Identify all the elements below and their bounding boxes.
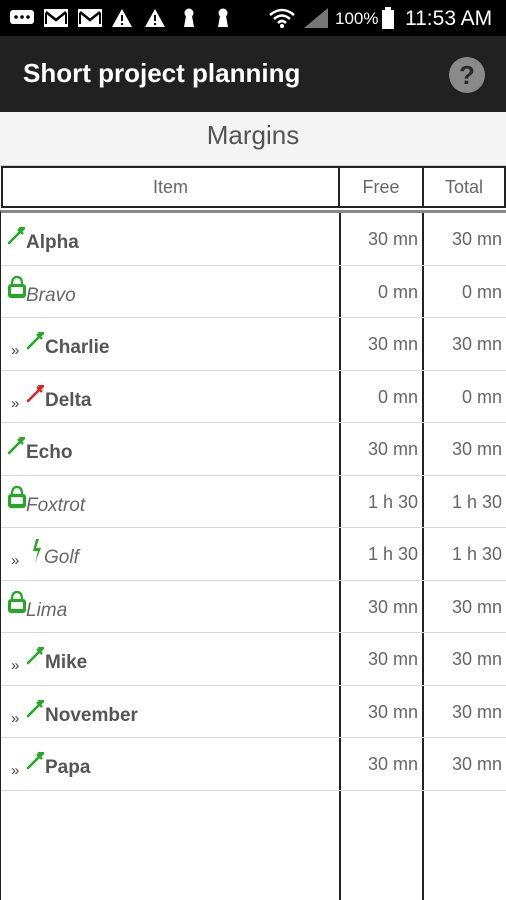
indent-marker: » bbox=[11, 657, 20, 674]
signal-icon bbox=[302, 8, 330, 28]
battery-percent: 100% bbox=[335, 9, 379, 28]
total-cell: 30 mn bbox=[451, 439, 502, 459]
free-cell: 30 mn bbox=[367, 334, 418, 354]
column-header-item[interactable]: Item bbox=[1, 166, 340, 208]
column-header-free[interactable]: Free bbox=[339, 166, 424, 208]
indent-marker: » bbox=[11, 394, 20, 412]
table-row[interactable]: Alpha 30 mn 30 mn bbox=[1, 213, 506, 266]
table-row[interactable]: » Mike 30 mn 30 mn bbox=[1, 633, 506, 686]
item-cell: Echo bbox=[3, 423, 340, 475]
total-cell: 30 mn bbox=[451, 754, 502, 774]
indent-marker: » bbox=[11, 552, 20, 569]
item-name: Echo bbox=[26, 442, 73, 463]
free-cell: 0 mn bbox=[377, 386, 418, 407]
item-name: Alpha bbox=[26, 232, 79, 253]
section-title: Margins bbox=[206, 120, 300, 150]
table-row[interactable]: Bravo 0 mn 0 mn bbox=[1, 266, 506, 318]
wrench-icon bbox=[25, 749, 47, 776]
column-header-total[interactable]: Total bbox=[422, 166, 506, 208]
total-cell: 0 mn bbox=[461, 386, 502, 407]
wifi-icon bbox=[267, 8, 297, 28]
table-row[interactable]: » Delta 0 mn 0 mn bbox=[1, 371, 506, 423]
keyhole-icon bbox=[214, 8, 232, 28]
status-bar: 100% 11:53 AM bbox=[0, 0, 506, 36]
bag-icon bbox=[6, 485, 28, 514]
total-cell: 1 h 30 bbox=[451, 491, 502, 512]
total-cell: 0 mn bbox=[461, 281, 502, 302]
warning-icon bbox=[110, 8, 134, 28]
item-cell: Bravo bbox=[3, 266, 340, 318]
wrench-icon bbox=[25, 382, 47, 409]
item-name: Charlie bbox=[45, 337, 110, 358]
free-cell: 30 mn bbox=[367, 754, 418, 774]
total-cell: 30 mn bbox=[451, 701, 502, 722]
item-name: Papa bbox=[45, 757, 91, 778]
total-cell: 30 mn bbox=[451, 229, 502, 249]
free-cell: 0 mn bbox=[377, 281, 418, 302]
item-cell: » Golf bbox=[3, 528, 340, 580]
free-cell: 1 h 30 bbox=[367, 491, 418, 512]
item-name: Lima bbox=[26, 599, 68, 621]
keyhole-icon bbox=[180, 8, 198, 28]
warning-icon bbox=[143, 8, 167, 28]
item-cell: Foxtrot bbox=[3, 476, 340, 528]
item-cell: » Papa bbox=[3, 738, 340, 790]
total-cell: 1 h 30 bbox=[451, 544, 502, 564]
item-cell: » Mike bbox=[3, 633, 340, 685]
table-row[interactable]: Echo 30 mn 30 mn bbox=[1, 423, 506, 476]
bag-icon bbox=[6, 590, 28, 619]
app-title: Short project planning bbox=[23, 58, 301, 88]
indent-marker: » bbox=[11, 342, 20, 359]
free-cell: 30 mn bbox=[367, 229, 418, 249]
item-name: November bbox=[45, 704, 138, 726]
item-cell: » Delta bbox=[3, 371, 340, 423]
table-row[interactable]: Lima 30 mn 30 mn bbox=[1, 581, 506, 633]
help-button[interactable]: ? bbox=[449, 57, 485, 93]
wrench-icon bbox=[6, 224, 28, 251]
table-header: Item Free Total bbox=[0, 166, 506, 210]
lightning-icon bbox=[29, 538, 45, 569]
item-name: Mike bbox=[45, 652, 88, 673]
indent-marker: » bbox=[11, 709, 20, 727]
total-cell: 30 mn bbox=[451, 596, 502, 617]
table-row[interactable]: » November 30 mn 30 mn bbox=[1, 686, 506, 738]
wrench-icon bbox=[6, 434, 28, 461]
wrench-icon bbox=[25, 644, 47, 671]
table-row[interactable]: » Charlie 30 mn 30 mn bbox=[1, 318, 506, 371]
app-bar: Short project planning ? bbox=[0, 36, 506, 112]
item-name: Bravo bbox=[26, 284, 76, 306]
item-name: Delta bbox=[45, 389, 92, 411]
item-cell: Alpha bbox=[3, 213, 340, 265]
section-header: Margins bbox=[0, 112, 506, 166]
table-body: Alpha 30 mn 30 mn Bravo 0 mn 0 mn » Charlie 30 m… bbox=[0, 210, 506, 900]
battery-icon bbox=[380, 7, 396, 29]
help-icon: ? bbox=[459, 59, 475, 90]
free-cell: 30 mn bbox=[367, 596, 418, 617]
free-cell: 30 mn bbox=[367, 439, 418, 459]
item-cell: » November bbox=[3, 686, 340, 738]
table-row[interactable]: Foxtrot 1 h 30 1 h 30 bbox=[1, 476, 506, 528]
free-cell: 30 mn bbox=[367, 701, 418, 722]
wrench-icon bbox=[25, 697, 47, 724]
chat-icon bbox=[8, 8, 36, 28]
total-cell: 30 mn bbox=[451, 649, 502, 669]
item-cell: » Charlie bbox=[3, 318, 340, 370]
item-cell: Lima bbox=[3, 581, 340, 633]
indent-marker: » bbox=[11, 762, 20, 779]
item-name: Golf bbox=[44, 547, 79, 568]
free-cell: 30 mn bbox=[367, 649, 418, 669]
clock: 11:53 AM bbox=[405, 7, 493, 30]
mail-icon bbox=[42, 8, 70, 28]
item-name: Foxtrot bbox=[26, 494, 86, 516]
wrench-icon bbox=[25, 329, 47, 356]
table-row[interactable]: » Papa 30 mn 30 mn bbox=[1, 738, 506, 791]
bag-icon bbox=[6, 275, 28, 304]
free-cell: 1 h 30 bbox=[367, 544, 418, 564]
total-cell: 30 mn bbox=[451, 334, 502, 354]
table-row[interactable]: » Golf 1 h 30 1 h 30 bbox=[1, 528, 506, 581]
mail-icon bbox=[76, 8, 104, 28]
